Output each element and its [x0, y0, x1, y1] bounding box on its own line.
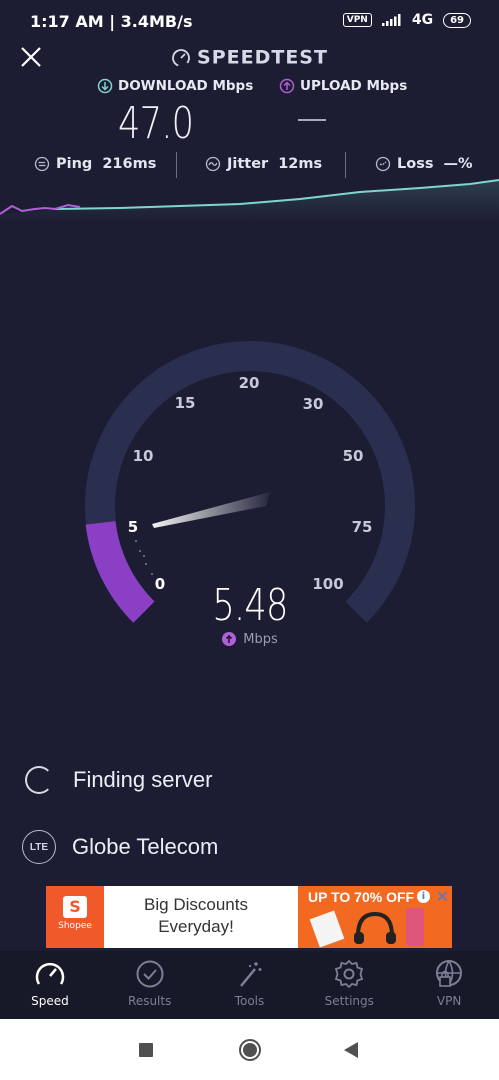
server-status-text: Finding server: [73, 767, 213, 792]
headphones-icon: [354, 911, 396, 944]
isp-name: Globe Telecom: [72, 834, 219, 859]
phone-image: [406, 908, 424, 946]
back-icon[interactable]: [343, 1041, 359, 1059]
upload-header: UPLOAD Mbps: [279, 78, 407, 94]
gear-icon: [335, 959, 364, 989]
jitter-icon: [205, 156, 221, 172]
gauge-tick: 15: [175, 394, 196, 412]
speedometer-icon: [35, 962, 65, 985]
nav-results[interactable]: Results: [100, 951, 200, 1019]
gauge-tick: 30: [303, 395, 324, 413]
magic-wand-icon: [240, 962, 262, 987]
loss-label: Loss: [397, 156, 434, 172]
ping-label: Ping: [56, 156, 93, 172]
shopee-logo: S Shopee: [46, 886, 104, 948]
nav-settings[interactable]: Settings: [299, 951, 399, 1019]
vpn-indicator: VPN: [342, 13, 372, 27]
jitter-stat: Jitter 12ms: [205, 156, 322, 172]
download-header: DOWNLOAD Mbps: [97, 78, 253, 94]
server-status-row: Finding server: [22, 766, 212, 794]
jitter-value: 12ms: [278, 156, 323, 172]
check-circle-icon: [136, 960, 164, 988]
ping-icon: [34, 156, 50, 172]
home-icon[interactable]: [238, 1038, 262, 1062]
nav-tools[interactable]: Tools: [200, 951, 300, 1019]
gauge-sparkle: [135, 540, 153, 575]
gauge-track: [85, 341, 415, 623]
loss-stat: Loss —%: [375, 156, 473, 172]
ad-close-icon[interactable]: ✕: [436, 887, 449, 906]
current-speed-value: 5.48: [211, 580, 288, 631]
signal-icon: [381, 14, 401, 26]
gauge-needle: [152, 492, 270, 528]
gauge-tick: 20: [239, 374, 260, 392]
download-value: 47.0: [118, 98, 194, 149]
status-icons: VPN 4G 69: [342, 12, 471, 28]
ad-info-icon[interactable]: i: [417, 890, 430, 903]
gauge-tick: 50: [343, 447, 364, 465]
ping-value: 216ms: [102, 156, 157, 172]
loss-icon: [375, 156, 391, 172]
current-speed-unit: Mbps: [0, 631, 499, 647]
upload-label: UPLOAD Mbps: [300, 78, 408, 94]
ad-banner[interactable]: S Shopee Big Discounts Everyday! UP TO 7…: [46, 886, 452, 948]
status-time: 1:17 AM | 3.4MB/s: [30, 12, 193, 31]
status-bar: 1:17 AM | 3.4MB/s VPN 4G 69: [0, 0, 499, 44]
app-title-text: SPEEDTEST: [197, 46, 328, 69]
upload-arrow-icon: [222, 632, 237, 646]
speedometer-logo-icon: [172, 48, 190, 67]
lte-badge-icon: LTE: [22, 830, 56, 864]
globe-lock-icon: [436, 960, 463, 987]
gauge-tick: 75: [352, 518, 373, 536]
download-label: DOWNLOAD Mbps: [118, 78, 254, 94]
battery-icon: 69: [443, 12, 471, 28]
ad-headline: Big Discounts Everyday!: [144, 895, 248, 936]
loss-value: —%: [443, 156, 473, 172]
speed-graph: [0, 179, 499, 222]
app-title: SPEEDTEST: [0, 46, 499, 69]
bottom-navigation: Speed Results Tools Settings VPN: [0, 951, 499, 1019]
recents-icon[interactable]: [139, 1043, 153, 1057]
system-navigation-bar: [0, 1019, 499, 1080]
upload-value-placeholder: [298, 119, 326, 121]
loading-spinner-icon: [25, 766, 53, 794]
jitter-label: Jitter: [227, 156, 269, 172]
nav-speed[interactable]: Speed: [0, 951, 100, 1019]
upload-arrow-icon: [279, 78, 295, 94]
gauge-tick: 5: [128, 518, 138, 536]
network-type: 4G: [411, 12, 434, 28]
gauge-tick: 10: [133, 447, 154, 465]
nav-vpn[interactable]: VPN: [399, 951, 499, 1019]
download-arrow-icon: [97, 78, 113, 94]
powerbank-image: [309, 910, 345, 948]
ping-stat: Ping 216ms: [34, 156, 156, 172]
isp-row: LTE Globe Telecom: [22, 830, 218, 864]
